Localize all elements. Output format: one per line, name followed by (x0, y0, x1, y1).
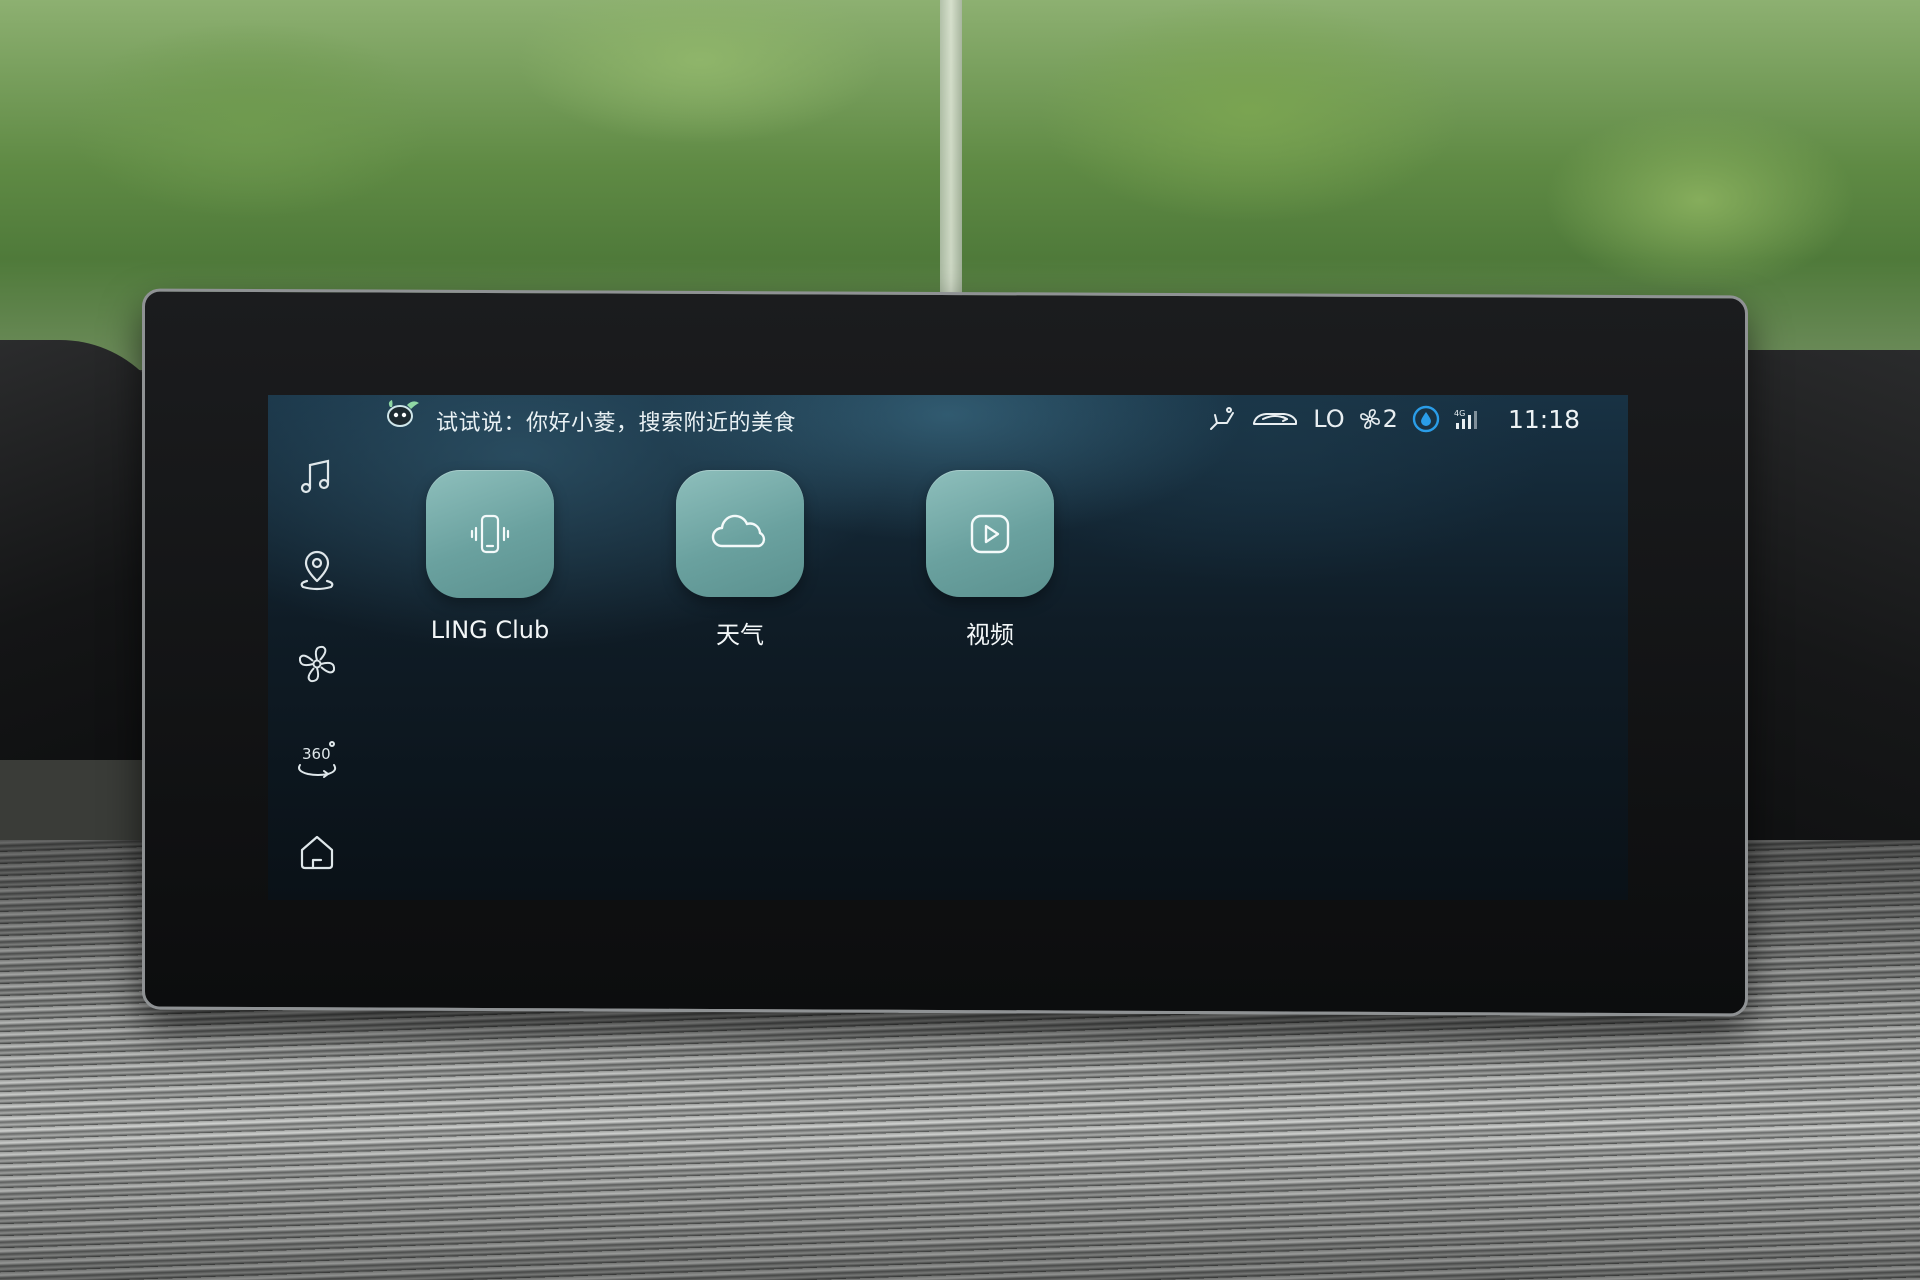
fan-icon (1359, 409, 1380, 429)
camera-360-icon: 360 (298, 741, 337, 778)
app-label: LING Club (430, 616, 550, 644)
app-label: 视频 (966, 621, 1014, 649)
app-video[interactable]: 视频 (925, 470, 1055, 650)
status-icons: LO 2 4G 11:18 (1207, 403, 1580, 435)
seat-icon[interactable] (1207, 405, 1237, 433)
app-label: 天气 (716, 621, 764, 649)
fan-level: 2 (1382, 405, 1398, 433)
assistant-avatar-icon[interactable] (385, 399, 421, 429)
svg-text:360: 360 (302, 745, 331, 763)
background-pole (940, 0, 962, 300)
fan-icon (298, 645, 336, 683)
sidebar-item-navigation[interactable] (292, 545, 342, 595)
phone-vibrate-icon (470, 514, 510, 554)
home-icon (300, 835, 334, 870)
dashboard-right-panel (1720, 350, 1920, 850)
sidebar-item-music[interactable] (292, 451, 342, 501)
svg-text:4G: 4G (1454, 409, 1465, 418)
location-pin-icon (300, 550, 334, 591)
cloud-icon (711, 514, 766, 547)
water-drop-icon[interactable] (1412, 405, 1440, 433)
play-icon (970, 514, 1010, 553)
sidebar-item-climate[interactable] (292, 639, 342, 689)
status-bar: 试试说：你好小菱，搜索附近的美食 LO 2 4G 11:18 (268, 395, 1628, 441)
temperature-readout[interactable]: LO (1313, 405, 1344, 433)
sidebar-item-home[interactable] (292, 827, 342, 877)
app-tile-ling-club[interactable] (426, 470, 554, 598)
sidebar-item-camera-360[interactable]: 360 (292, 733, 342, 783)
assistant-hint[interactable]: 试试说：你好小菱，搜索附近的美食 (436, 405, 796, 437)
infotainment-screen: 试试说：你好小菱，搜索附近的美食 LO 2 4G 11:18 360 LING … (268, 395, 1628, 900)
app-ling-club[interactable]: LING Club (425, 470, 555, 650)
app-weather[interactable]: 天气 (675, 470, 805, 650)
clock: 11:18 (1507, 404, 1580, 434)
fan-speed[interactable]: 2 (1359, 405, 1398, 433)
app-tile-weather[interactable] (676, 470, 804, 597)
car-recirculation-icon[interactable] (1251, 407, 1299, 431)
app-tile-video[interactable] (926, 470, 1054, 597)
signal-4g-icon: 4G (1454, 409, 1477, 429)
music-note-icon (300, 459, 330, 494)
